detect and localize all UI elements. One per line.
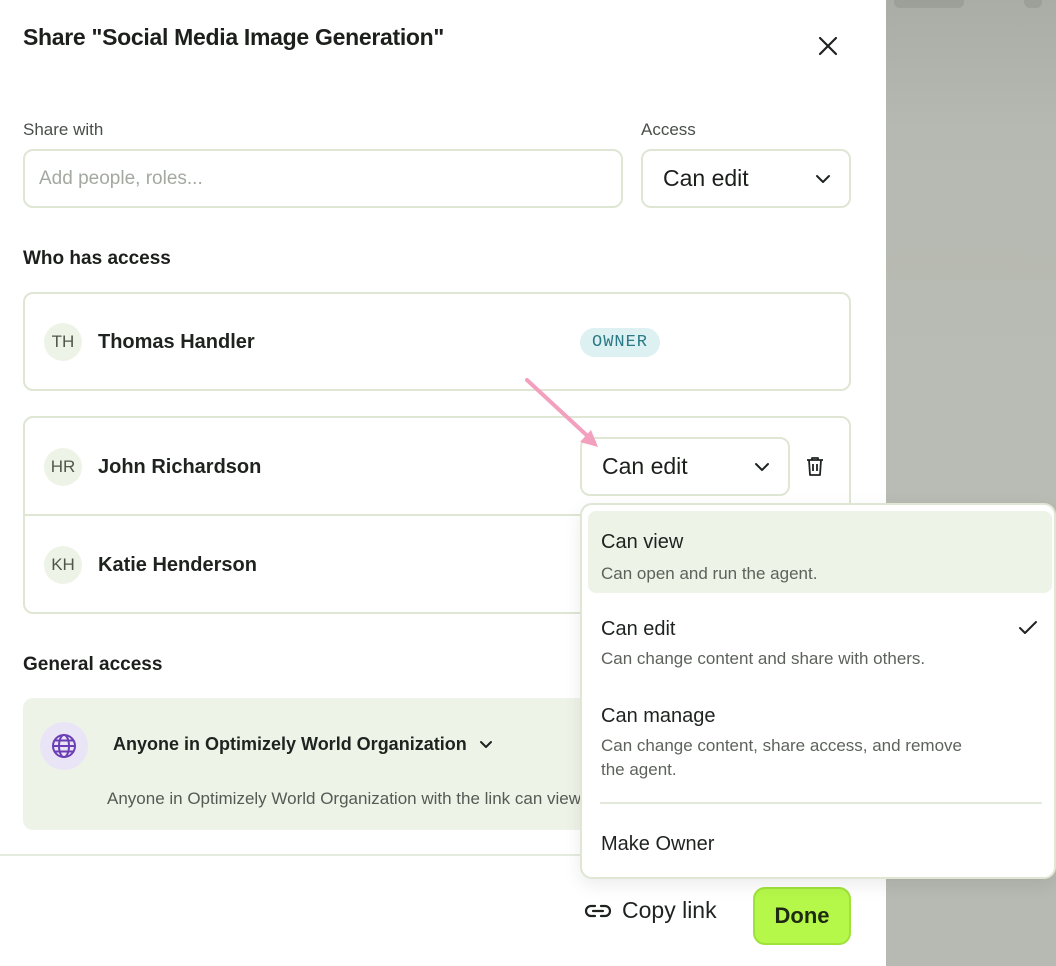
access-select[interactable]: Can edit [641,149,851,208]
owner-row: TH Thomas Handler OWNER [25,294,849,390]
menu-item-can-edit[interactable]: Can edit Can change content and share wi… [588,598,1052,680]
close-button[interactable] [812,30,844,62]
who-has-access-heading: Who has access [23,248,171,269]
copy-link-label: Copy link [622,897,717,923]
owner-badge: OWNER [580,328,661,357]
pointer-arrow-icon [525,378,598,447]
menu-item-description: Can open and run the agent. [601,564,818,583]
role-dropdown-menu: Can view Can open and run the agent. Can… [580,503,1056,879]
menu-item-can-view[interactable]: Can view Can open and run the agent. [588,511,1052,593]
trash-icon [807,457,823,476]
share-with-input[interactable] [23,149,623,208]
globe-icon [40,722,88,770]
checkmark-icon [1019,621,1037,634]
menu-item-title: Can edit [601,618,676,640]
menu-item-can-manage[interactable]: Can manage Can change content, share acc… [588,685,1052,793]
person-name: Katie Henderson [98,554,257,576]
remove-member-button[interactable] [802,451,828,481]
access-label: Access [641,120,696,139]
done-button[interactable]: Done [753,887,851,945]
avatar: TH [44,323,82,361]
chevron-down-icon [816,174,830,183]
avatar: KH [44,546,82,584]
backdrop-content [1024,0,1042,8]
general-access-scope: Anyone in Optimizely World Organization [113,734,467,754]
menu-item-make-owner[interactable]: Make Owner [588,815,1052,871]
general-access-description: Anyone in Optimizely World Organization … [107,789,582,808]
menu-item-description: Can change content, share access, and re… [601,736,962,779]
member-row: HR John Richardson Can edit [25,418,849,514]
general-access-select[interactable]: Anyone in Optimizely World Organization [113,734,493,755]
backdrop-content [894,0,964,8]
menu-divider [600,802,1042,804]
copy-link-button[interactable]: Copy link [584,897,717,924]
general-access-heading: General access [23,654,163,675]
member-role-select[interactable]: Can edit [580,437,790,496]
chevron-down-icon [479,741,492,748]
menu-item-title: Can view [601,531,684,553]
share-with-label: Share with [23,120,104,139]
close-icon [818,36,838,56]
person-name: John Richardson [98,456,262,478]
access-select-value: Can edit [663,165,749,191]
menu-item-description: Can change content and share with others… [601,649,926,668]
avatar: HR [44,448,82,486]
dialog-title: Share "Social Media Image Generation" [23,24,445,50]
person-name: Thomas Handler [98,331,255,353]
link-icon [584,904,612,917]
chevron-down-icon [755,462,769,471]
menu-item-title: Make Owner [601,833,715,855]
owner-card: TH Thomas Handler OWNER [23,292,851,391]
member-role-value: Can edit [602,453,688,479]
menu-item-title: Can manage [601,705,716,727]
